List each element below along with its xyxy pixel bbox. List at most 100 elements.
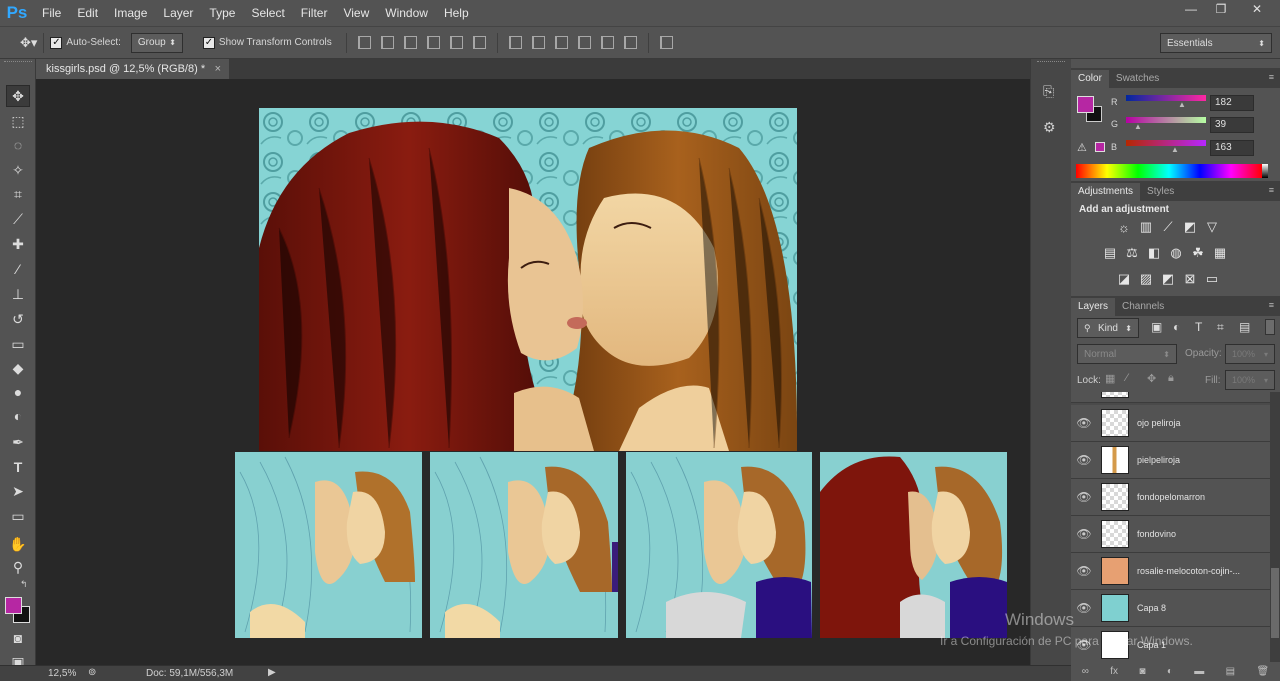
panel-menu-icon[interactable]: ≡ xyxy=(1269,185,1274,195)
layer-name[interactable]: Capa 8 xyxy=(1137,603,1267,613)
exposure-icon[interactable]: ◩ xyxy=(1182,219,1198,234)
pen-tool-icon[interactable]: ✒ xyxy=(6,431,30,453)
black-white-icon[interactable]: ◧ xyxy=(1146,245,1162,260)
dock-grip[interactable] xyxy=(1037,61,1065,62)
visibility-eye-icon[interactable]: 👁︎ xyxy=(1071,527,1097,541)
paint-bucket-tool-icon[interactable]: ◆ xyxy=(6,357,30,379)
crop-tool-icon[interactable]: ⌗ xyxy=(6,183,30,205)
menu-type[interactable]: Type xyxy=(201,0,243,26)
eyedropper-tool-icon[interactable]: ⟋ xyxy=(6,208,30,230)
blue-slider[interactable] xyxy=(1126,140,1206,146)
visibility-eye-icon[interactable]: 👁︎ xyxy=(1071,564,1097,578)
zoom-tool-icon[interactable]: ⚲ xyxy=(6,556,30,578)
blue-value-field[interactable]: 163 xyxy=(1210,140,1254,156)
new-adjustment-layer-icon[interactable]: ◐ xyxy=(1167,666,1173,677)
visibility-eye-icon[interactable]: 👁︎ xyxy=(1071,416,1097,430)
layers-scrollbar[interactable] xyxy=(1270,392,1280,662)
layer-name[interactable]: rosalie-melocoton-cojin-... xyxy=(1137,566,1267,576)
new-group-icon[interactable]: ▬ xyxy=(1194,666,1204,677)
photo-filter-icon[interactable]: ◍ xyxy=(1168,245,1184,260)
distribute-top-icon[interactable] xyxy=(508,36,522,49)
tab-styles[interactable]: Styles xyxy=(1140,183,1181,201)
layer-row-partial[interactable]: 👁︎ xyxy=(1071,392,1270,403)
black-white-ramp[interactable] xyxy=(1262,164,1268,178)
align-top-icon[interactable] xyxy=(357,36,371,49)
type-tool-icon[interactable]: T xyxy=(6,456,30,478)
layer-row[interactable]: 👁︎ Capa 8 xyxy=(1071,590,1270,627)
menu-select[interactable]: Select xyxy=(243,0,292,26)
out-of-gamut-warning-icon[interactable]: ⚠ xyxy=(1077,141,1087,154)
dodge-tool-icon[interactable]: ◐ xyxy=(6,405,30,427)
menu-file[interactable]: File xyxy=(34,0,69,26)
blend-mode-dropdown[interactable]: Normal ⬍ xyxy=(1077,344,1177,364)
tab-channels[interactable]: Channels xyxy=(1115,298,1171,316)
layers-scroll-thumb[interactable] xyxy=(1271,568,1279,638)
menu-edit[interactable]: Edit xyxy=(69,0,106,26)
filter-type-icon[interactable]: T xyxy=(1195,320,1217,335)
distribute-right-icon[interactable] xyxy=(623,36,637,49)
filter-smart-object-icon[interactable]: ▤ xyxy=(1239,320,1261,335)
status-info-icon[interactable]: ⊚ xyxy=(88,667,96,678)
gradient-map-icon[interactable]: ▭ xyxy=(1204,271,1220,286)
threshold-icon[interactable]: ◩ xyxy=(1160,271,1176,286)
vibrance-icon[interactable]: ▽ xyxy=(1204,219,1220,234)
align-left-icon[interactable] xyxy=(426,36,440,49)
menu-window[interactable]: Window xyxy=(377,0,436,26)
visibility-eye-icon[interactable]: 👁︎ xyxy=(1071,601,1097,615)
color-panel-foreground-swatch[interactable] xyxy=(1077,96,1094,113)
menu-help[interactable]: Help xyxy=(436,0,477,26)
align-hcenter-icon[interactable] xyxy=(449,36,463,49)
fill-field[interactable]: 100% ▾ xyxy=(1225,370,1275,390)
visibility-eye-icon[interactable]: 👁︎ xyxy=(1071,490,1097,504)
tab-adjustments[interactable]: Adjustments xyxy=(1071,183,1141,201)
levels-icon[interactable]: ▥ xyxy=(1138,219,1154,234)
align-bottom-icon[interactable] xyxy=(403,36,417,49)
menu-layer[interactable]: Layer xyxy=(155,0,201,26)
filter-toggle-switch[interactable] xyxy=(1265,319,1275,335)
selective-color-icon[interactable]: ⊠ xyxy=(1182,271,1198,286)
blur-tool-icon[interactable]: ● xyxy=(6,381,30,403)
layer-name[interactable]: ojo peliroja xyxy=(1137,418,1267,428)
rectangle-tool-icon[interactable]: ▭ xyxy=(6,505,30,527)
minimize-button[interactable]: — xyxy=(1176,0,1206,18)
swap-colors-icon[interactable]: ↰ xyxy=(20,579,28,590)
align-right-icon[interactable] xyxy=(472,36,486,49)
opacity-field[interactable]: 100% ▾ xyxy=(1225,344,1275,364)
color-lookup-icon[interactable]: ▦ xyxy=(1212,245,1228,260)
distribute-hcenter-icon[interactable] xyxy=(600,36,614,49)
delete-layer-icon[interactable]: 🗑︎ xyxy=(1257,666,1270,677)
path-select-tool-icon[interactable]: ➤ xyxy=(6,480,30,502)
close-window-button[interactable]: ✕ xyxy=(1240,0,1274,18)
quick-mask-icon[interactable]: ◙ xyxy=(6,627,30,649)
workspace-dropdown[interactable]: Essentials ⬍ xyxy=(1160,33,1272,53)
canvas-area[interactable] xyxy=(36,79,1030,665)
visibility-eye-icon[interactable]: 👁︎ xyxy=(1071,453,1097,467)
invert-icon[interactable]: ◪ xyxy=(1116,271,1132,286)
panel-menu-icon[interactable]: ≡ xyxy=(1269,72,1274,82)
distribute-left-icon[interactable] xyxy=(577,36,591,49)
layer-row[interactable]: 👁︎ rosalie-melocoton-cojin-... xyxy=(1071,553,1270,590)
quick-select-tool-icon[interactable]: ✧ xyxy=(6,159,30,181)
clone-stamp-tool-icon[interactable]: ⊥ xyxy=(6,283,30,305)
document-tab[interactable]: kissgirls.psd @ 12,5% (RGB/8) * × xyxy=(36,59,230,79)
menu-image[interactable]: Image xyxy=(106,0,155,26)
marquee-tool-icon[interactable]: ⬚ xyxy=(6,110,30,132)
foreground-color-swatch[interactable] xyxy=(5,597,22,614)
curves-icon[interactable]: ⟋ xyxy=(1160,219,1176,234)
green-value-field[interactable]: 39 xyxy=(1210,117,1254,133)
green-slider-handle-icon[interactable]: ▲ xyxy=(1134,122,1142,131)
lasso-tool-icon[interactable]: ◌ xyxy=(6,134,30,156)
menu-view[interactable]: View xyxy=(335,0,377,26)
panel-menu-icon[interactable]: ≡ xyxy=(1269,300,1274,310)
toolbox-grip[interactable] xyxy=(4,61,32,65)
distribute-bottom-icon[interactable] xyxy=(554,36,568,49)
lock-transparency-icon[interactable]: ▦ xyxy=(1105,372,1126,385)
red-value-field[interactable]: 182 xyxy=(1210,95,1254,111)
hand-tool-icon[interactable]: ✋ xyxy=(6,533,30,555)
align-vcenter-icon[interactable] xyxy=(380,36,394,49)
link-layers-icon[interactable]: ∞ xyxy=(1082,666,1089,677)
tab-swatches[interactable]: Swatches xyxy=(1109,70,1166,88)
history-panel-icon[interactable]: ⎘ xyxy=(1043,83,1054,100)
layer-row[interactable]: 👁︎ fondopelomarron xyxy=(1071,479,1270,516)
brush-tool-icon[interactable]: ⁄ xyxy=(6,258,30,280)
